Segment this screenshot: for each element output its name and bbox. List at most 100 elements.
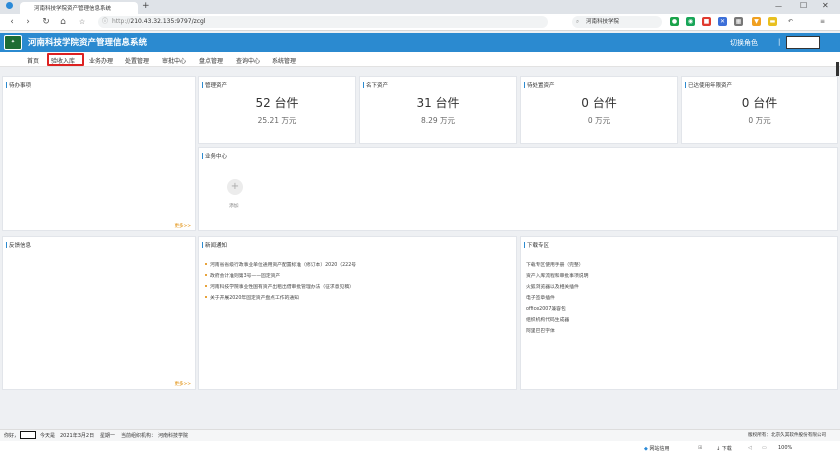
reload-icon[interactable]: ↻ <box>40 17 52 28</box>
todo-panel: 待办事项 更多>> <box>2 76 196 231</box>
zoom-level[interactable]: 100% <box>778 445 792 451</box>
view-icon[interactable]: ▭ <box>762 445 767 451</box>
home-icon[interactable]: ⌂ <box>57 17 69 28</box>
news-item[interactable]: 政府会计准则第3号——固定资产 <box>205 272 280 279</box>
footer-date: 2021年3月2日 <box>60 433 95 439</box>
managed-assets-panel[interactable]: 管理资产 52 台件 25.21 万元 <box>198 76 356 144</box>
footer-weekday: 星期一 <box>100 433 116 439</box>
download-item[interactable]: 资产入库流程和审批事项说明 <box>526 272 588 279</box>
menu-highlight-box <box>47 53 84 66</box>
site-info-icon: ⓘ <box>102 18 109 25</box>
managed-assets-amount: 25.21 万元 <box>257 116 297 125</box>
bullet-icon <box>205 285 207 287</box>
pending-disposal-amount: 0 万元 <box>587 116 611 125</box>
download-item[interactable]: office2007兼容包 <box>526 305 566 312</box>
window-maximize-button[interactable]: ☐ <box>800 1 807 10</box>
footer-today-label: 今天是 <box>40 433 56 439</box>
site-credit-indicator[interactable]: ◆ 网站信用 <box>644 445 669 452</box>
grid-small-icon[interactable]: ⊞ <box>698 445 702 451</box>
pending-disposal-panel[interactable]: 待处置资产 0 台件 0 万元 <box>520 76 678 144</box>
download-item[interactable]: 电子签章插件 <box>526 294 555 301</box>
overdue-assets-count: 0 台件 <box>741 96 778 110</box>
news-item[interactable]: 河南科技学院事业性国有资产出租出借审批管理办法（征求意见稿） <box>205 283 354 290</box>
user-name-box[interactable] <box>786 36 820 49</box>
tab-title: 河南科技学院资产管理信息系统 <box>34 6 112 12</box>
add-plus-icon[interactable]: + <box>227 179 243 195</box>
download-item[interactable]: 组织机构代码生成器 <box>526 316 569 323</box>
footer-org-name: 河南科技学院 <box>158 433 189 439</box>
extension-grid-icon[interactable]: ▦ <box>734 17 743 26</box>
scrollbar-thumb[interactable] <box>836 62 839 76</box>
forward-arrow-icon[interactable]: › <box>22 17 34 28</box>
menu-item-inventory[interactable]: 盘点管理 <box>199 56 223 65</box>
download-item[interactable]: 下载专区使用手册（完整） <box>526 261 584 268</box>
menu-item-business[interactable]: 业务办理 <box>89 56 113 65</box>
overdue-assets-title: 已达使用年限资产 <box>685 81 732 89</box>
download-item[interactable]: 火狐浏览器以及相关插件 <box>526 283 579 290</box>
header-separator: | <box>778 38 781 46</box>
footer-copyright: 版权所有：北京久其软件股份有限公司 <box>748 433 827 438</box>
volume-icon[interactable]: ◁ <box>748 445 752 451</box>
bullet-icon <box>205 274 207 276</box>
own-assets-amount: 8.29 万元 <box>420 116 456 125</box>
address-bar[interactable]: ⓘ http://210.43.32.135:9797/zcgl <box>98 16 548 28</box>
menu-item-query[interactable]: 查询中心 <box>236 56 260 65</box>
footer-org-label: 当前组织机构： <box>121 433 157 439</box>
bullet-icon <box>205 263 207 265</box>
undo-icon[interactable]: ↶ <box>786 17 795 26</box>
add-label: 添加 <box>229 204 239 209</box>
download-indicator[interactable]: ↓ 下载 <box>716 445 732 452</box>
credit-shield-icon: ◆ <box>644 446 648 452</box>
pending-disposal-count: 0 台件 <box>581 96 617 110</box>
window-minimize-button[interactable]: — <box>775 2 782 10</box>
download-item[interactable]: 阿里巴巴字体 <box>526 327 555 334</box>
bullet-icon <box>205 296 207 298</box>
switch-role-link[interactable]: 切换角色 <box>730 38 758 48</box>
browser-logo-icon[interactable] <box>6 2 13 9</box>
search-icon: ⌕ <box>576 19 580 25</box>
menu-item-approval[interactable]: 审批中心 <box>162 56 186 65</box>
new-tab-button[interactable]: + <box>142 1 150 11</box>
extension-green-icon[interactable]: ● <box>670 17 679 26</box>
back-arrow-icon[interactable]: ‹ <box>6 17 18 28</box>
news-item[interactable]: 关于开展2020年固定资产盘点工作的通知 <box>205 294 299 301</box>
feedback-more-link[interactable]: 更多>> <box>174 381 191 387</box>
footer-user-name-box <box>20 431 36 439</box>
download-panel: 下载专区 下载专区使用手册（完整） 资产入库流程和审批事项说明 火狐浏览器以及相… <box>520 236 838 390</box>
news-panel: 新闻通知 河南省省级行政事业单位通用资产配置标准（修订本）2020（222号 政… <box>198 236 517 390</box>
download-arrow-icon: ↓ <box>716 446 721 452</box>
todo-more-link[interactable]: 更多>> <box>174 223 191 229</box>
menu-item-disposal[interactable]: 处置管理 <box>125 56 149 65</box>
url-text: 210.43.32.135:9797/zcgl <box>130 18 206 25</box>
footer-user-label: 你好， <box>4 433 20 439</box>
menu-item-home[interactable]: 首页 <box>27 56 39 65</box>
own-assets-count: 31 台件 <box>416 96 460 110</box>
news-title: 新闻通知 <box>202 241 227 249</box>
overdue-assets-panel[interactable]: 已达使用年限资产 0 台件 0 万元 <box>681 76 838 144</box>
pending-disposal-title: 待处置资产 <box>524 81 555 89</box>
extension-tools-icon[interactable]: ✕ <box>718 17 727 26</box>
extension-shield-icon[interactable]: ▼ <box>752 17 761 26</box>
extension-red-icon[interactable]: ■ <box>702 17 711 26</box>
feedback-title: 反馈信息 <box>6 241 31 249</box>
managed-assets-title: 管理资产 <box>202 81 227 89</box>
download-title: 下载专区 <box>524 241 549 249</box>
extension-folder-icon[interactable]: ▬ <box>768 17 777 26</box>
favorites-star-icon[interactable]: ☆ <box>76 17 88 28</box>
extension-wechat-icon[interactable]: ◉ <box>686 17 695 26</box>
todo-title: 待办事项 <box>6 81 31 89</box>
window-close-button[interactable]: ✕ <box>822 1 829 10</box>
browser-tab[interactable]: 河南科技学院资产管理信息系统 <box>20 2 138 14</box>
menu-item-system[interactable]: 系统管理 <box>272 56 296 65</box>
menu-icon[interactable]: ≡ <box>818 17 827 26</box>
url-prefix: http:// <box>112 18 131 25</box>
own-assets-panel[interactable]: 名下资产 31 台件 8.29 万元 <box>359 76 517 144</box>
own-assets-title: 名下资产 <box>363 81 388 89</box>
browser-search-box[interactable]: ⌕ 河南科技学院 <box>572 16 662 28</box>
managed-assets-count: 52 台件 <box>255 96 299 110</box>
school-logo-icon: ✦ <box>4 35 22 50</box>
app-title: 河南科技学院资产管理信息系统 <box>28 38 148 48</box>
overdue-assets-amount: 0 万元 <box>748 116 771 125</box>
news-item[interactable]: 河南省省级行政事业单位通用资产配置标准（修订本）2020（222号 <box>205 261 356 268</box>
business-center-panel: 业务中心 + 添加 <box>198 147 838 231</box>
